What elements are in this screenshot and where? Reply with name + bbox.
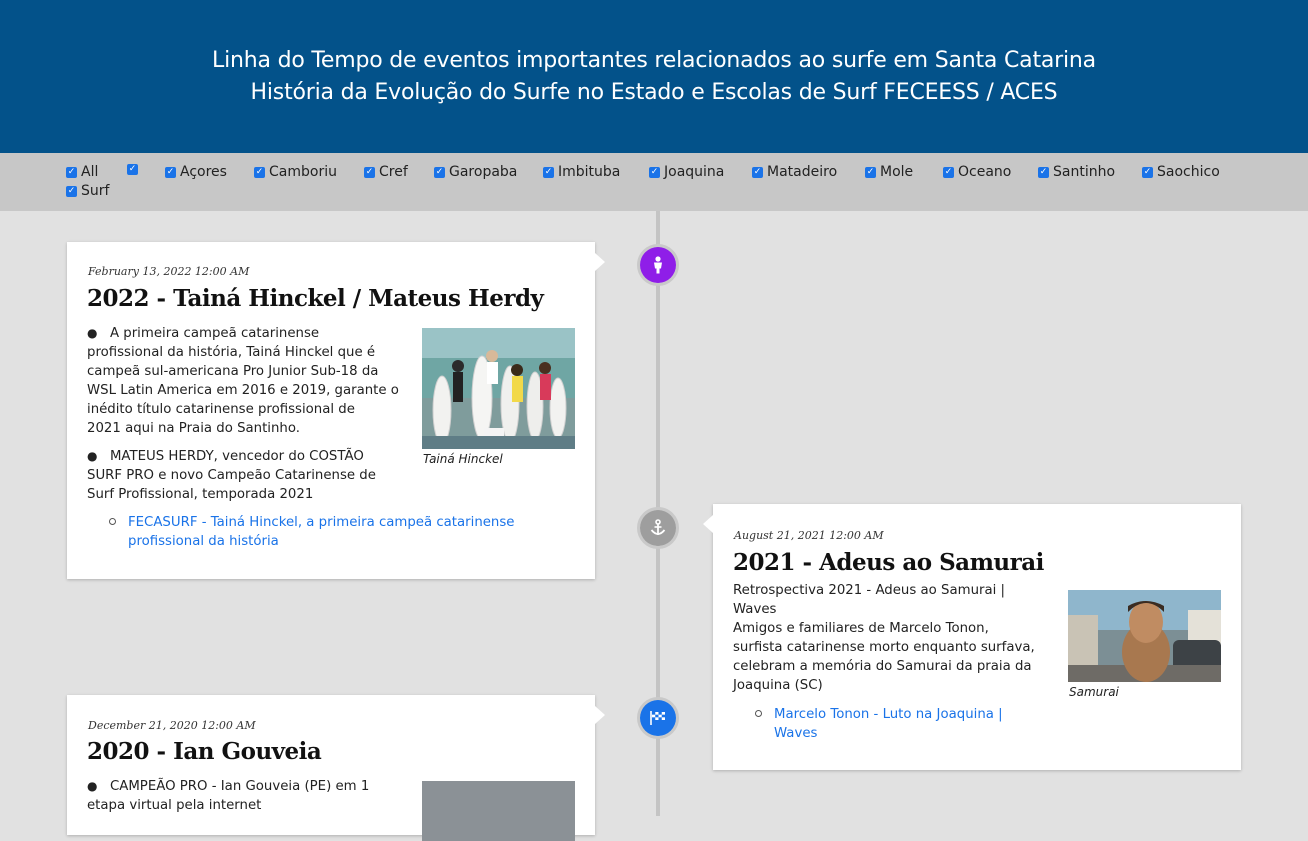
timeline-node (637, 244, 679, 286)
checkbox-checked-icon[interactable]: ✓ (543, 166, 554, 178)
checkbox-checked-icon[interactable]: ✓ (1142, 166, 1153, 178)
checkbox-checked-icon[interactable]: ✓ (865, 166, 876, 178)
filter-imbituba[interactable]: ✓ Imbituba (543, 164, 620, 180)
checkbox-checked-icon[interactable]: ✓ (127, 164, 138, 175)
person-icon (640, 247, 676, 283)
page-header: Linha do Tempo de eventos importantes re… (0, 0, 1308, 153)
list-ring-icon (109, 518, 116, 525)
event-bullet: ● A primeira campeã catarinense profissi… (87, 326, 399, 436)
checkbox-checked-icon[interactable]: ✓ (254, 166, 265, 178)
list-ring-icon (755, 710, 762, 717)
event-title: 2020 - Ian Gouveia (87, 738, 322, 765)
filter-santinho[interactable]: ✓ Santinho (1038, 164, 1115, 180)
event-photo (422, 328, 575, 449)
event-text: Retrospectiva 2021 - Adeus ao Samurai | … (733, 583, 1035, 693)
event-link[interactable]: FECASURF - Tainá Hinckel, a primeira cam… (128, 513, 568, 551)
filter-mole[interactable]: ✓ Mole (865, 164, 913, 180)
filter-all[interactable]: ✓ All (66, 164, 98, 180)
checkbox-checked-icon[interactable]: ✓ (752, 166, 763, 178)
header-title: Linha do Tempo de eventos importantes re… (212, 48, 1096, 73)
checkbox-checked-icon[interactable]: ✓ (1038, 166, 1049, 178)
filter-joaquina[interactable]: ✓ Joaquina (649, 164, 724, 180)
filter-saochico[interactable]: ✓ Saochico (1142, 164, 1220, 180)
checkered-flag-icon (640, 700, 676, 736)
card-pointer (595, 706, 605, 724)
event-date: December 21, 2020 12:00 AM (88, 719, 256, 732)
checkbox-checked-icon[interactable]: ✓ (649, 166, 660, 178)
card-pointer (595, 253, 605, 271)
filter-cref[interactable]: ✓ Cref (364, 164, 408, 180)
anchor-icon (640, 510, 676, 546)
filter-surf[interactable]: ✓ Surf (66, 183, 109, 199)
checkbox-checked-icon[interactable]: ✓ (943, 166, 954, 178)
event-title: 2021 - Adeus ao Samurai (733, 549, 1044, 576)
event-photo (422, 781, 575, 841)
checkbox-checked-icon[interactable]: ✓ (434, 166, 445, 178)
filter-acores[interactable]: ✓ Açores (165, 164, 227, 180)
filter-matadeiro[interactable]: ✓ Matadeiro (752, 164, 837, 180)
event-title: 2022 - Tainá Hinckel / Mateus Herdy (87, 285, 544, 312)
photo-caption: Tainá Hinckel (423, 452, 503, 466)
card-pointer (703, 515, 713, 533)
filter-oceano[interactable]: ✓ Oceano (943, 164, 1011, 180)
timeline-event-2020: December 21, 2020 12:00 AM 2020 - Ian Go… (67, 695, 595, 841)
event-link[interactable]: Marcelo Tonon - Luto na Joaquina | Waves (774, 705, 1074, 743)
header-subtitle: História da Evolução do Surfe no Estado … (250, 80, 1058, 105)
timeline-event-2022: February 13, 2022 12:00 AM 2022 - Tainá … (67, 242, 595, 579)
timeline-node (637, 697, 679, 739)
checkbox-checked-icon[interactable]: ✓ (364, 166, 375, 178)
filter-bar: ✓ All ✓ ✓ Açores ✓ Camboriu ✓ Cref ✓ Garopaba… (0, 153, 1308, 211)
checkbox-checked-icon[interactable]: ✓ (165, 166, 176, 178)
event-bullet: ● MATEUS HERDY, vencedor do COSTÃO SURF … (87, 449, 376, 502)
photo-caption: Samurai (1069, 685, 1119, 699)
checkbox-checked-icon[interactable]: ✓ (66, 185, 77, 197)
event-photo (1068, 590, 1221, 682)
timeline-event-2021: August 21, 2021 12:00 AM 2021 - Adeus ao… (713, 504, 1241, 770)
filter-camboriu[interactable]: ✓ Camboriu (254, 164, 337, 180)
checkbox-checked-icon[interactable]: ✓ (66, 166, 77, 178)
filter-blank[interactable]: ✓ (127, 164, 142, 175)
event-date: February 13, 2022 12:00 AM (88, 265, 250, 278)
event-date: August 21, 2021 12:00 AM (734, 529, 884, 542)
event-bullet: ● CAMPEÃO PRO - Ian Gouveia (PE) em 1 et… (87, 779, 370, 813)
timeline-node (637, 507, 679, 549)
filter-garopaba[interactable]: ✓ Garopaba (434, 164, 517, 180)
